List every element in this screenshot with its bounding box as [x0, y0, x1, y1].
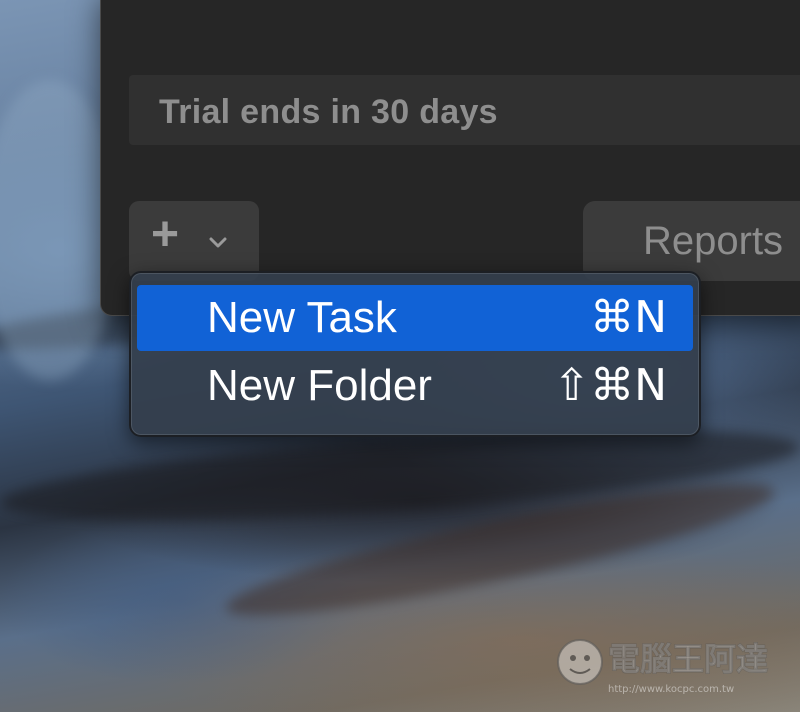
trial-text: Trial ends in 30 days — [159, 93, 498, 131]
plus-icon: + — [151, 208, 180, 261]
watermark-logo: 電腦王阿達 http://www.kocpc.com.tw — [557, 639, 769, 695]
menu-item-new-folder[interactable]: New Folder ⇧⌘N — [137, 353, 693, 419]
menu-item-label: New Folder — [207, 361, 432, 410]
add-dropdown-menu: New Task ⌘N New Folder ⇧⌘N — [129, 271, 701, 437]
app-window: Trial ends in 30 days + Reports — [100, 0, 800, 316]
svg-text:http://www.kocpc.com.tw: http://www.kocpc.com.tw — [608, 684, 734, 695]
add-menu-button[interactable]: + — [129, 201, 259, 281]
menu-item-shortcut: ⇧⌘N — [553, 360, 667, 411]
trial-banner[interactable]: Trial ends in 30 days — [129, 75, 800, 145]
chevron-down-icon — [209, 237, 227, 248]
tab-reports[interactable]: Reports — [583, 201, 800, 281]
menu-item-shortcut: ⌘N — [590, 292, 667, 343]
desktop-wallpaper: Trial ends in 30 days + Reports New Task… — [0, 0, 800, 712]
menu-item-new-task[interactable]: New Task ⌘N — [137, 285, 693, 351]
menu-item-label: New Task — [207, 293, 397, 342]
svg-text:電腦王阿達: 電腦王阿達 — [608, 640, 768, 678]
reports-tab-label: Reports — [643, 219, 784, 263]
